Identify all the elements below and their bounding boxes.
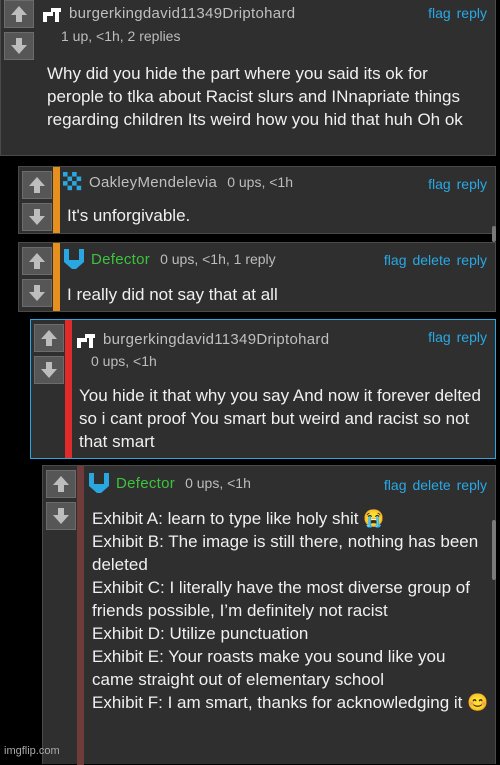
comment-4: burgerkingdavid11349Driptohard 0 ups, <1… (30, 319, 496, 459)
exhibit-d: Exhibit D: Utilize punctuation (92, 624, 309, 643)
user-avatar-icon (43, 8, 61, 22)
comment-meta: 0 ups, <1h (185, 475, 251, 491)
arrow-up-icon (41, 330, 57, 346)
exhibit-b: Exhibit B: The image is still there, not… (92, 532, 479, 574)
comment-text: Exhibit A: learn to type like holy shit … (92, 507, 490, 714)
exhibit-f: Exhibit F: I am smart, thanks for acknow… (92, 693, 489, 712)
comment-3: Defector 0 ups, <1h, 1 reply flag delete… (18, 242, 496, 312)
comment-meta: 1 up, <1h, 2 replies (61, 28, 181, 44)
upvote-button[interactable] (4, 0, 34, 28)
scrollbar[interactable] (492, 226, 496, 242)
downvote-button[interactable] (4, 32, 34, 60)
upvote-button[interactable] (34, 324, 64, 352)
reply-link[interactable]: reply (457, 252, 487, 268)
comment-actions: flag delete reply (384, 477, 487, 493)
comment-text: Why did you hide the part where you said… (47, 64, 463, 129)
thread-indent-bar (77, 466, 84, 765)
comment-1: burgerkingdavid11349Driptohard 1 up, <1h… (0, 0, 496, 156)
reply-link[interactable]: reply (457, 176, 487, 192)
defector-logo-icon (89, 473, 109, 493)
comment-header: Defector 0 ups, <1h, 1 reply (63, 248, 276, 270)
defector-logo-icon (64, 249, 84, 269)
reply-link[interactable]: reply (457, 477, 487, 493)
flag-link[interactable]: flag (428, 176, 451, 192)
vote-controls (31, 320, 67, 384)
comment-actions: flag delete reply (384, 252, 487, 268)
comment-text: It's unforgivable. (67, 206, 191, 225)
downvote-button[interactable] (46, 502, 76, 530)
flag-link[interactable]: flag (384, 477, 407, 493)
comment-actions: flag reply (428, 176, 487, 192)
arrow-up-icon (53, 476, 69, 492)
arrow-down-icon (11, 38, 27, 54)
arrow-down-icon (29, 285, 45, 301)
arrow-down-icon (41, 362, 57, 378)
scrollbar-lower[interactable] (492, 520, 496, 580)
user-avatar-icon (63, 172, 82, 191)
comment-header: burgerkingdavid11349Driptohard (75, 328, 329, 350)
arrow-up-icon (11, 6, 27, 22)
username[interactable]: burgerkingdavid11349Driptohard (103, 331, 329, 348)
reply-link[interactable]: reply (457, 5, 487, 21)
arrow-down-icon (29, 209, 45, 225)
downvote-button[interactable] (22, 279, 52, 307)
flag-link[interactable]: flag (428, 329, 451, 345)
username[interactable]: OakleyMendelevia (89, 174, 217, 191)
username[interactable]: Defector (91, 251, 150, 268)
exhibit-a: Exhibit A: learn to type like holy shit … (92, 509, 385, 528)
exhibit-e: Exhibit E: Your roasts make you sound li… (92, 647, 446, 689)
delete-link[interactable]: delete (412, 477, 450, 493)
reply-link[interactable]: reply (457, 329, 487, 345)
comment-5: Defector 0 ups, <1h flag delete reply Ex… (42, 465, 496, 765)
thread-indent-bar (53, 243, 60, 311)
vote-controls (43, 466, 79, 530)
vote-controls (1, 0, 37, 60)
arrow-up-icon (29, 177, 45, 193)
flag-link[interactable]: flag (384, 252, 407, 268)
comment-actions: flag reply (428, 5, 487, 21)
comment-header: burgerkingdavid11349Driptohard (41, 2, 295, 24)
comment-actions: flag reply (428, 329, 487, 345)
flag-link[interactable]: flag (428, 5, 451, 21)
vote-controls (19, 243, 55, 307)
comment-header: OakleyMendelevia 0 ups, <1h (63, 172, 293, 192)
downvote-button[interactable] (22, 203, 52, 231)
comment-text: I really did not say that at all (67, 285, 278, 304)
comment-text: You hide it that why you say And now it … (79, 386, 481, 451)
imgflip-watermark: imgflip.com (4, 745, 60, 757)
vote-controls (19, 167, 55, 231)
exhibit-c: Exhibit C: I literally have the most div… (92, 578, 470, 620)
comment-2: OakleyMendelevia 0 ups, <1h flag reply I… (18, 166, 496, 234)
upvote-button[interactable] (22, 247, 52, 275)
comment-meta: 0 ups, <1h, 1 reply (160, 251, 276, 267)
arrow-down-icon (53, 508, 69, 524)
comment-meta: 0 ups, <1h (91, 353, 157, 369)
comment-meta: 0 ups, <1h (227, 174, 293, 190)
upvote-button[interactable] (22, 171, 52, 199)
thread-indent-bar (65, 320, 72, 458)
downvote-button[interactable] (34, 356, 64, 384)
upvote-button[interactable] (46, 470, 76, 498)
username[interactable]: burgerkingdavid11349Driptohard (69, 5, 295, 22)
thread-indent-bar (53, 167, 60, 233)
comment-header: Defector 0 ups, <1h (88, 472, 251, 494)
delete-link[interactable]: delete (412, 252, 450, 268)
arrow-up-icon (29, 253, 45, 269)
user-avatar-icon (77, 334, 95, 348)
username[interactable]: Defector (116, 475, 175, 492)
